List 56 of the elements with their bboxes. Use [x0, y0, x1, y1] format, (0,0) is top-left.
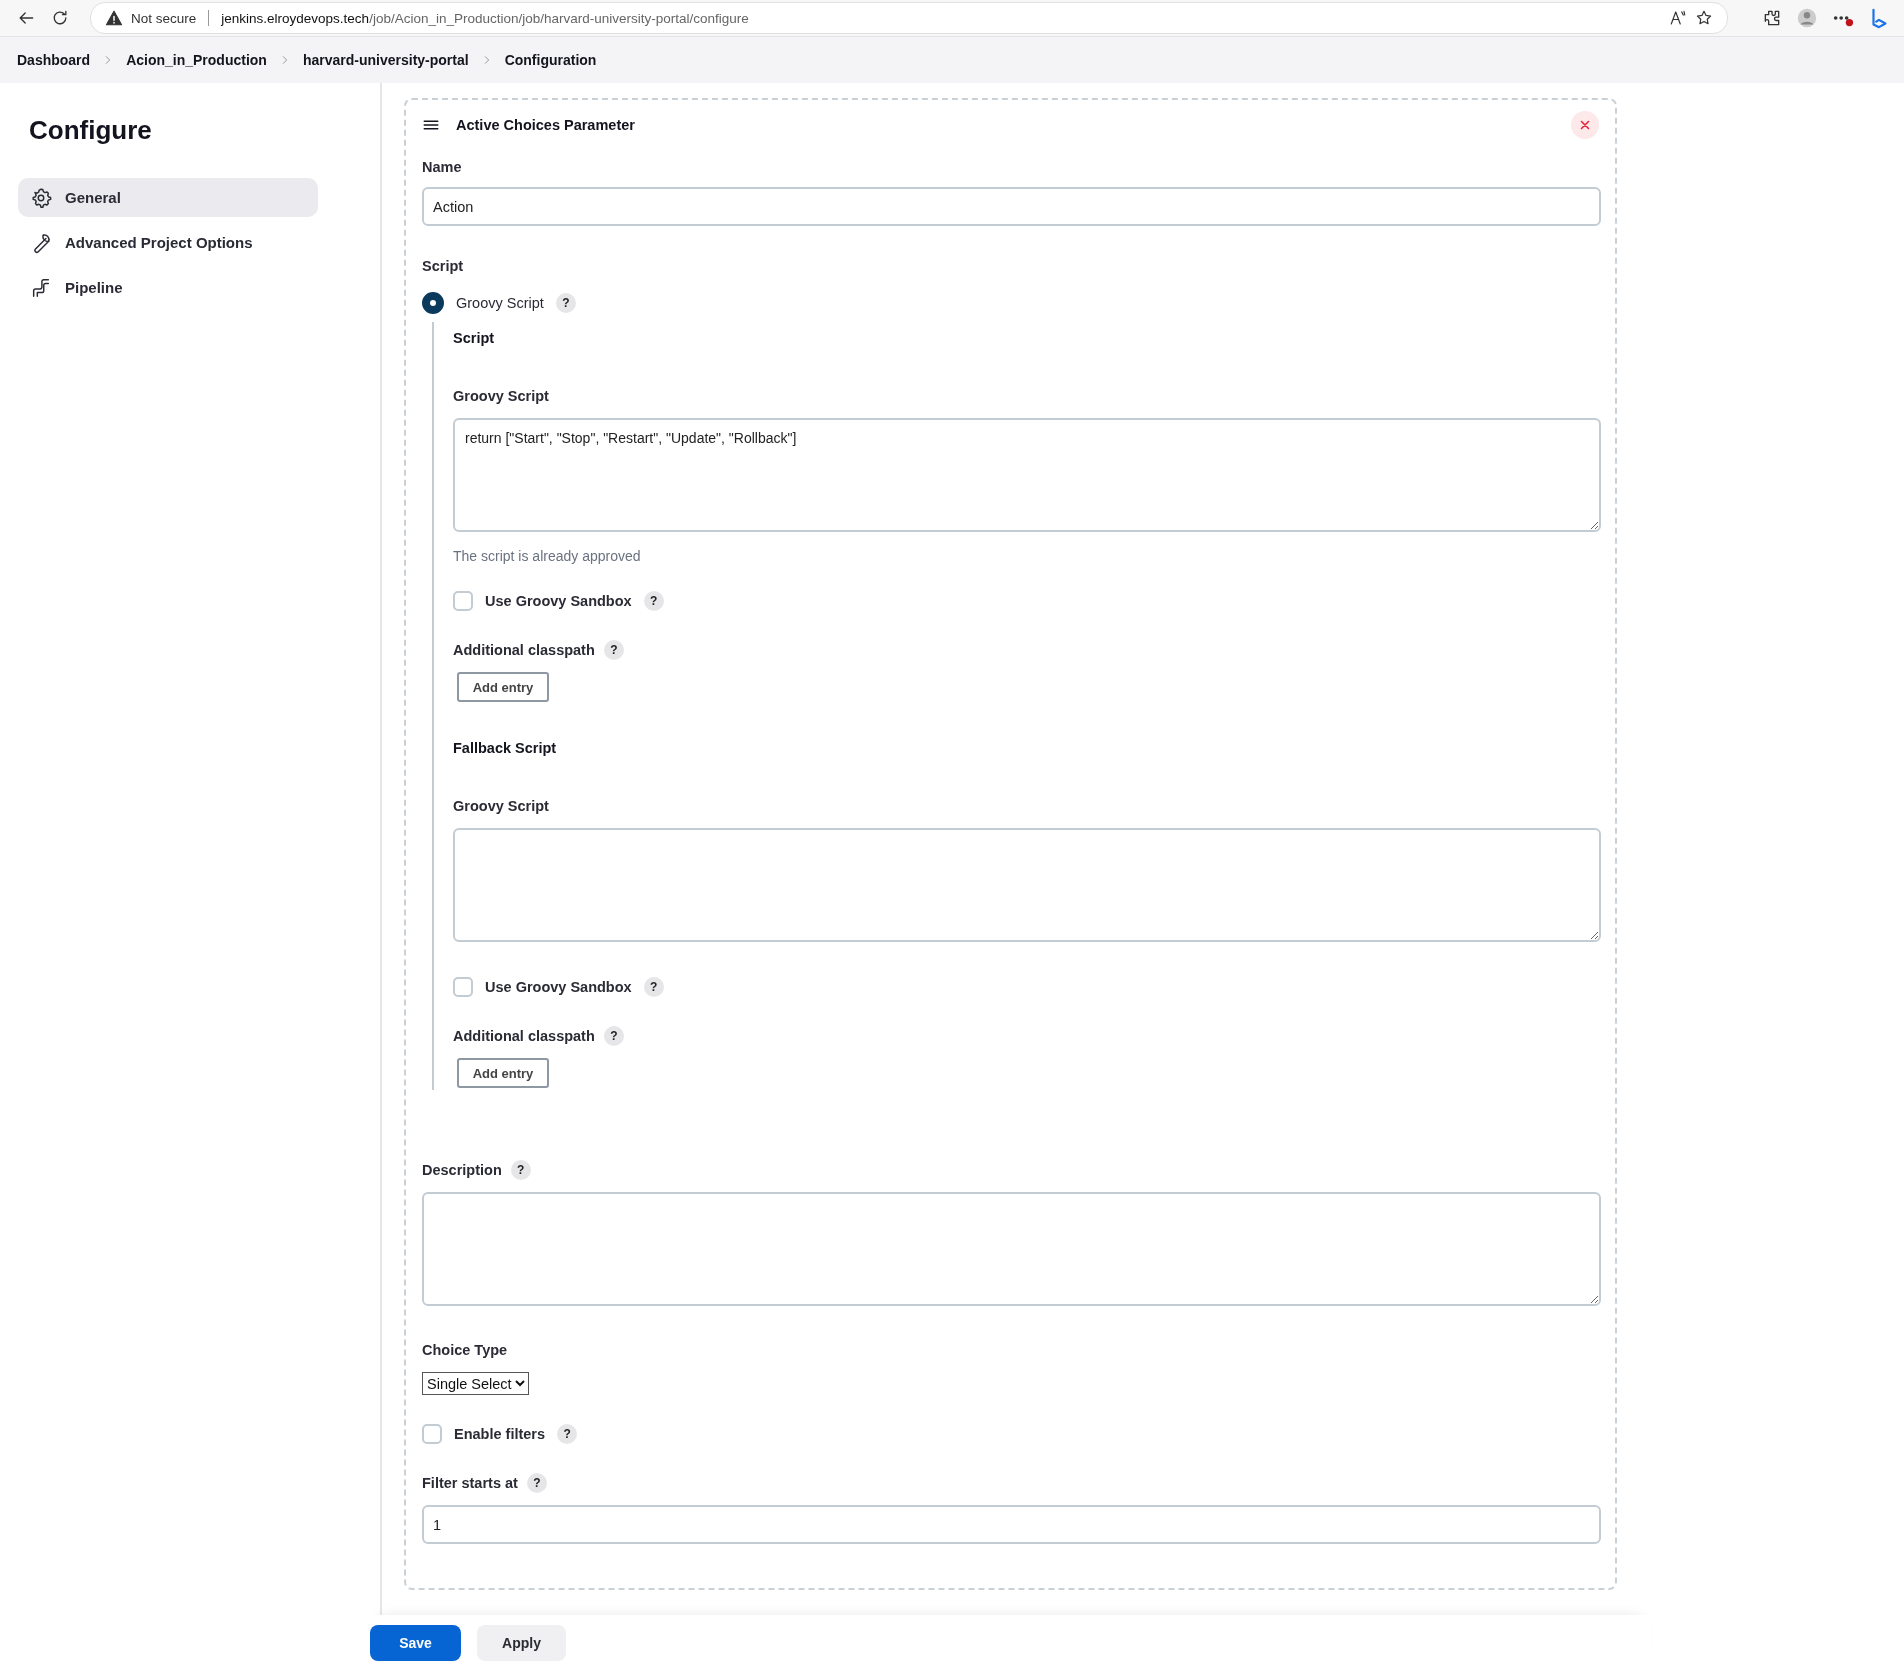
checkbox[interactable]	[453, 977, 473, 997]
help-icon[interactable]: ?	[555, 293, 576, 313]
breadcrumb-link[interactable]: Configuration	[504, 52, 597, 68]
profile-icon[interactable]	[1796, 7, 1818, 29]
help-icon[interactable]: ?	[510, 1160, 531, 1180]
script-textarea[interactable]: return ["Start", "Stop", "Restart", "Update", "Rollback"]	[453, 418, 1601, 532]
add-entry-button[interactable]: Add entry	[457, 672, 549, 702]
apply-button[interactable]: Apply	[477, 1624, 566, 1661]
radio-label: Groovy Script	[456, 295, 544, 311]
checkbox[interactable]	[422, 1424, 442, 1444]
url-text: jenkins.elroydevops.tech/job/Acion_in_Production/job/harvard-university-portal/configure	[221, 10, 749, 26]
radio-button[interactable]	[422, 292, 444, 314]
help-icon[interactable]: ?	[557, 1424, 578, 1444]
add-entry-button[interactable]: Add entry	[457, 1058, 549, 1088]
help-icon[interactable]: ?	[603, 1026, 624, 1046]
checkbox-label: Use Groovy Sandbox	[485, 979, 632, 995]
gear-icon	[30, 186, 52, 209]
sidebar-item[interactable]: General	[18, 178, 318, 217]
warning-icon	[105, 9, 123, 27]
help-icon[interactable]: ?	[643, 591, 664, 611]
address-bar[interactable]: Not secure jenkins.elroydevops.tech/job/Acion_in_Production/job/harvard-university-portal/configure	[90, 2, 1728, 34]
help-icon[interactable]: ?	[526, 1473, 547, 1493]
security-label: Not secure	[131, 10, 197, 26]
field-label: Additional classpath	[453, 1028, 595, 1044]
filter-start-input[interactable]: 1	[422, 1505, 1601, 1544]
page-title: Configure	[29, 115, 153, 146]
help-icon[interactable]: ?	[603, 640, 624, 660]
pipeline-icon	[30, 276, 52, 299]
star-icon[interactable]	[1695, 9, 1713, 27]
field-label: Description	[422, 1162, 502, 1178]
choice-type-select[interactable]: Single Select	[422, 1372, 529, 1395]
sidebar-item[interactable]: Advanced Project Options	[18, 223, 318, 262]
checkbox-label: Enable filters	[454, 1426, 546, 1442]
breadcrumb-link[interactable]: Dashboard	[17, 52, 91, 68]
field-label: Name	[422, 159, 462, 175]
section-heading: Fallback Script	[453, 740, 558, 758]
read-aloud-icon[interactable]	[1669, 9, 1687, 27]
help-icon[interactable]: ?	[643, 977, 664, 997]
checkbox-label: Use Groovy Sandbox	[485, 593, 632, 609]
field-label: Groovy Script	[453, 798, 549, 814]
field-label: Additional classpath	[453, 642, 595, 658]
save-button[interactable]: Save	[370, 1624, 461, 1661]
field-label: Choice Type	[422, 1342, 508, 1358]
name-input[interactable]: Action	[422, 187, 1601, 226]
panel-title: Active Choices Parameter	[456, 117, 635, 133]
checkbox[interactable]	[453, 591, 473, 611]
sidebar-item[interactable]: Pipeline	[18, 268, 318, 307]
section-heading: Script	[453, 330, 496, 348]
field-label: Groovy Script	[453, 388, 549, 404]
extensions-icon[interactable]	[1762, 8, 1782, 28]
close-icon[interactable]	[1571, 111, 1599, 139]
field-label: Script	[422, 258, 464, 274]
breadcrumb-link[interactable]: Acion_in_Production	[126, 52, 267, 68]
status-note: The script is already approved	[453, 548, 642, 564]
breadcrumb-link[interactable]: harvard-university-portal	[302, 52, 469, 68]
field-label: Filter starts at	[422, 1475, 518, 1491]
